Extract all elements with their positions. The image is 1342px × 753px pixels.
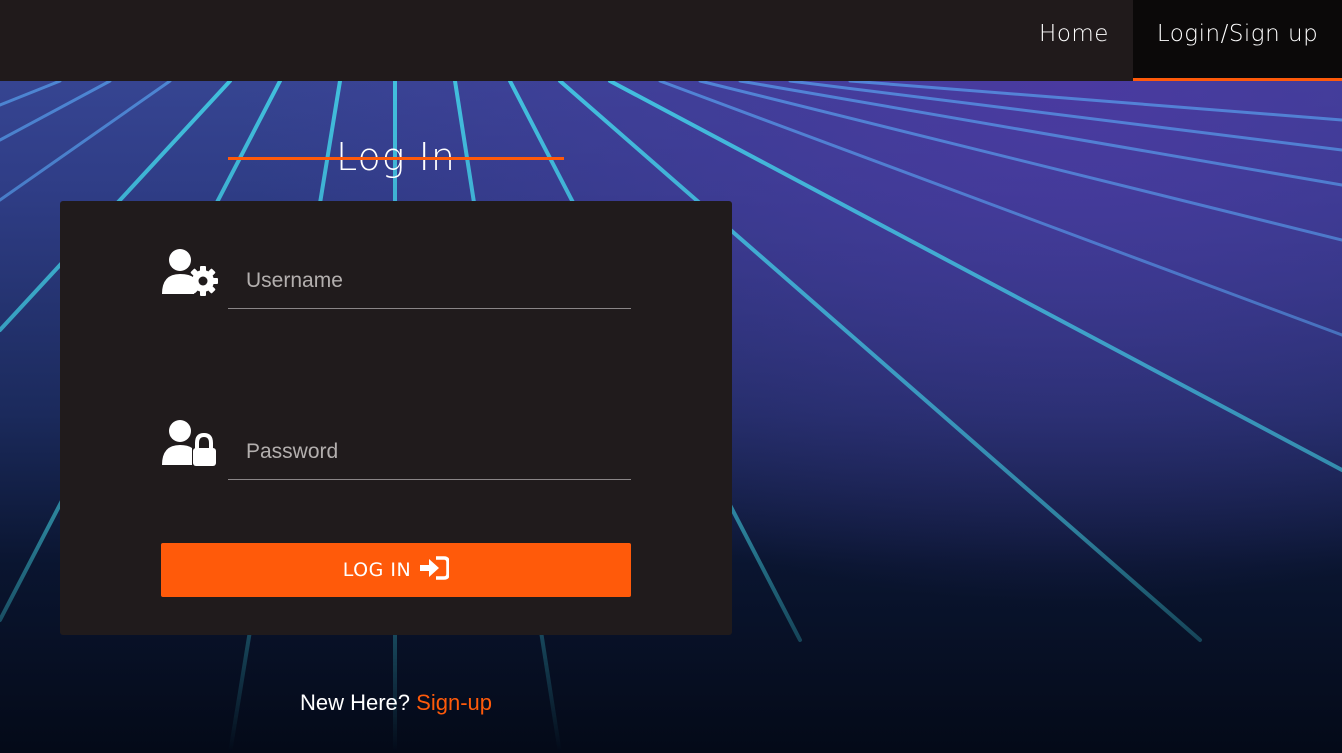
user-gear-icon — [160, 248, 220, 296]
nav-home-link[interactable]: Home — [1020, 0, 1128, 81]
login-button-label: LOG IN — [342, 559, 412, 581]
nav-login-signup-link[interactable]: Login/Sign up — [1133, 0, 1342, 81]
sign-in-icon — [419, 555, 450, 585]
password-input[interactable] — [228, 423, 633, 481]
password-field-wrapper — [228, 423, 633, 481]
top-navbar: Home Login/Sign up — [0, 0, 1342, 81]
username-input[interactable] — [228, 252, 633, 310]
login-button[interactable]: LOG IN — [161, 543, 631, 597]
user-lock-icon — [160, 419, 220, 467]
username-field-wrapper — [228, 252, 633, 310]
login-card: LOG IN — [60, 201, 732, 635]
signup-prompt-text: New Here? — [299, 690, 411, 715]
title-underline — [228, 157, 564, 160]
signup-link[interactable]: Sign-up — [416, 690, 492, 715]
signup-prompt: New Here? Sign-up — [0, 690, 792, 716]
